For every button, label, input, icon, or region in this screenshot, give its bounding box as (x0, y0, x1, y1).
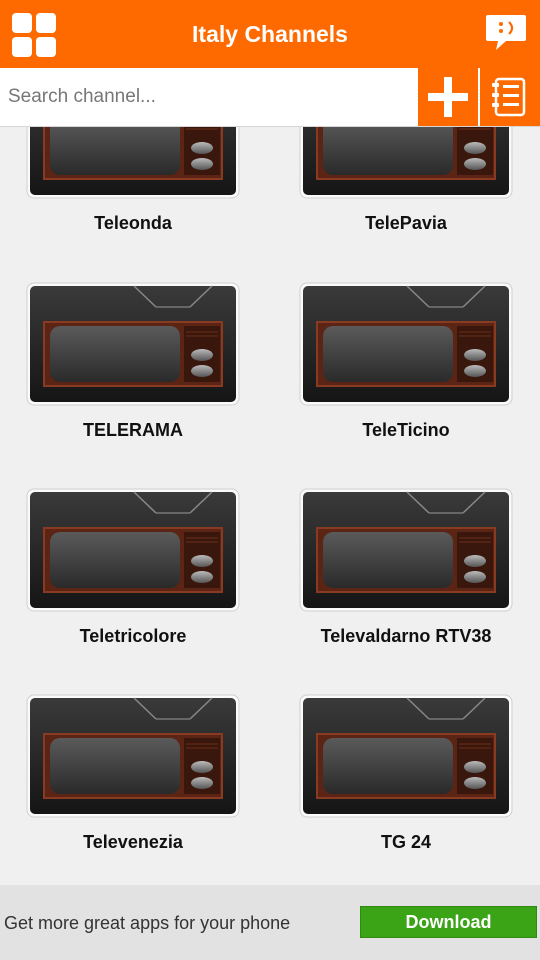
tv-icon (299, 488, 513, 612)
tv-icon (299, 127, 513, 199)
search-bar (0, 68, 540, 127)
channel-tile[interactable]: Televaldarno RTV38 (273, 488, 513, 688)
channel-name: Televaldarno RTV38 (320, 626, 492, 646)
channel-name: Teletricolore (79, 626, 187, 646)
channel-tile[interactable]: TeleTicino (273, 282, 513, 482)
tv-thumbnail (26, 488, 240, 612)
chat-smiley-icon[interactable] (484, 12, 528, 54)
tv-icon (26, 282, 240, 406)
add-channel-button[interactable] (418, 68, 478, 126)
search-input[interactable] (0, 68, 418, 126)
plus-icon (428, 77, 468, 117)
channel-name: Teleonda (94, 213, 172, 233)
tv-thumbnail (299, 127, 513, 199)
tv-thumbnail (299, 488, 513, 612)
channel-name: TG 24 (380, 832, 432, 852)
channel-tile[interactable]: Teletricolore (0, 488, 240, 688)
channel-name: TELERAMA (83, 420, 183, 440)
tv-thumbnail (299, 282, 513, 406)
tv-icon (299, 282, 513, 406)
tv-thumbnail (26, 694, 240, 818)
channel-name: TelePavia (365, 213, 447, 233)
tv-thumbnail (26, 127, 240, 199)
banner-text: Get more great apps for your phone (4, 913, 291, 933)
channel-tile[interactable]: Teleonda (0, 127, 240, 275)
channel-grid: Teleonda TelePavia TELERAMA TeleTicino T… (0, 127, 540, 885)
list-icon (492, 77, 526, 117)
channel-tile[interactable]: TG 24 (273, 694, 513, 885)
grid-menu-icon[interactable] (12, 13, 56, 57)
tv-thumbnail (299, 694, 513, 818)
channel-name: TeleTicino (362, 420, 450, 440)
tv-thumbnail (26, 282, 240, 406)
tv-icon (26, 127, 240, 199)
channel-tile[interactable]: TelePavia (273, 127, 513, 275)
tv-icon (299, 694, 513, 818)
page-title: Italy Channels (192, 20, 348, 47)
channel-tile[interactable]: Televenezia (0, 694, 240, 885)
download-button[interactable]: Download (360, 906, 537, 938)
channel-tile[interactable]: TELERAMA (0, 282, 240, 482)
tv-icon (26, 694, 240, 818)
tv-icon (26, 488, 240, 612)
channel-name: Televenezia (83, 832, 183, 852)
channel-list-button[interactable] (480, 68, 540, 126)
top-bar: Italy Channels (0, 0, 540, 68)
